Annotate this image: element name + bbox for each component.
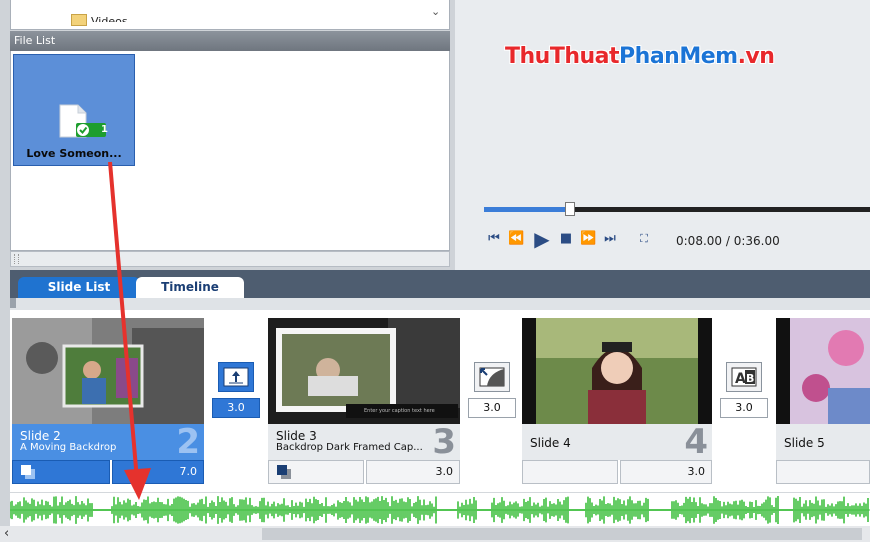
file-badge: 1 [101,124,108,135]
slide-duration[interactable]: 7.0 [112,460,204,484]
slide-title: Slide 3 [276,429,317,443]
slide-duration[interactable]: 3.0 [366,460,460,484]
brand-watermark: ThuThuatPhanMem.vn [505,44,775,69]
slide-thumbnail [522,318,712,424]
slide-item-3[interactable]: Enter your caption text here Slide 3 Bac… [268,318,460,484]
skip-to-end-icon[interactable]: ⏭ [602,232,618,246]
slide-subtitle: Backdrop Dark Framed Cap... [276,442,423,453]
skip-to-start-icon[interactable]: ⏮ [486,232,502,246]
svg-text:A: A [735,371,746,387]
horizontal-scrollbar[interactable] [0,526,870,542]
file-item-love-someone[interactable]: 1 Love Someon... [13,54,135,166]
transition-duration[interactable]: 3.0 [720,398,768,418]
tab-slide-list[interactable]: Slide List [18,277,140,298]
transition-1[interactable]: 3.0 [212,362,260,418]
svg-text:B: B [746,372,754,385]
fullscreen-icon[interactable]: ⛶ [636,232,652,246]
slide-title: Slide 4 [530,436,571,450]
transition-2[interactable]: 3.0 [468,362,516,418]
layers-icon [277,465,287,475]
slide-info: Slide 3 Backdrop Dark Framed Cap... 3 [268,424,460,460]
slide-number: 3 [432,422,456,462]
panel-resize-grip[interactable] [10,251,450,267]
slide-caption: Enter your caption text here [364,408,435,414]
grid-wipe-transition-icon[interactable] [474,362,510,392]
slide-number: 4 [684,422,708,462]
play-icon[interactable]: ▶ [532,228,552,250]
slide-subtitle: A Moving Backdrop [20,442,117,453]
audio-waveform [9,496,870,524]
slide-info: Slide 5 [776,424,870,460]
slide-options-button[interactable] [522,460,618,484]
stop-icon[interactable]: ■ [558,232,574,246]
slide-options-button[interactable] [12,460,110,484]
file-list-header: File List [10,31,450,51]
audio-track[interactable] [9,492,870,527]
brand-part-2: PhanMem [619,44,738,69]
scrollbar-thumb[interactable] [262,528,862,540]
slide-thumbnail [12,318,204,424]
seek-bar[interactable] [484,202,870,216]
preview-panel [455,0,870,270]
transition-duration[interactable]: 3.0 [468,398,516,418]
slide-info: Slide 2 A Moving Backdrop 2 [12,424,204,460]
slide-duration[interactable]: 3.0 [620,460,712,484]
folder-tree[interactable]: Videos ⌄ [10,0,450,30]
seek-thumb[interactable] [564,202,575,216]
brand-part-3: .vn [737,44,775,69]
slide-item-2[interactable]: Slide 2 A Moving Backdrop 2 7.0 [12,318,204,484]
slide-info: Slide 4 4 [522,424,712,460]
transition-3[interactable]: A B 3.0 [720,362,768,418]
tab-timeline[interactable]: Timeline [136,277,244,298]
file-name: Love Someon... [26,147,122,160]
slide-title: Slide 5 [784,436,825,450]
scroll-left-icon[interactable]: ‹ [4,526,18,542]
slide-up-transition-icon[interactable] [218,362,254,392]
brand-part-1: ThuThuat [505,44,620,69]
slide-number: 2 [176,422,200,462]
slide-title: Slide 2 [20,429,61,443]
fast-forward-icon[interactable]: ⏩ [580,232,596,246]
ruler-marker[interactable] [10,298,16,308]
folder-label: Videos [91,15,128,22]
slide-thumbnail [776,318,870,424]
transition-duration[interactable]: 3.0 [212,398,260,418]
slide-item-5[interactable]: Slide 5 [776,318,870,484]
slide-options-button[interactable] [268,460,364,484]
chevron-down-icon[interactable]: ⌄ [431,5,440,18]
slide-item-4[interactable]: Slide 4 4 3.0 [522,318,712,484]
grip-icon [14,254,19,264]
seek-progress [484,207,570,212]
slide-options-button[interactable] [776,460,870,484]
layers-icon [21,465,31,475]
letter-ab-transition-icon[interactable]: A B [726,362,762,392]
playback-time: 0:08.00 / 0:36.00 [676,234,780,248]
folder-icon [71,14,87,26]
rewind-icon[interactable]: ⏪ [508,232,524,246]
